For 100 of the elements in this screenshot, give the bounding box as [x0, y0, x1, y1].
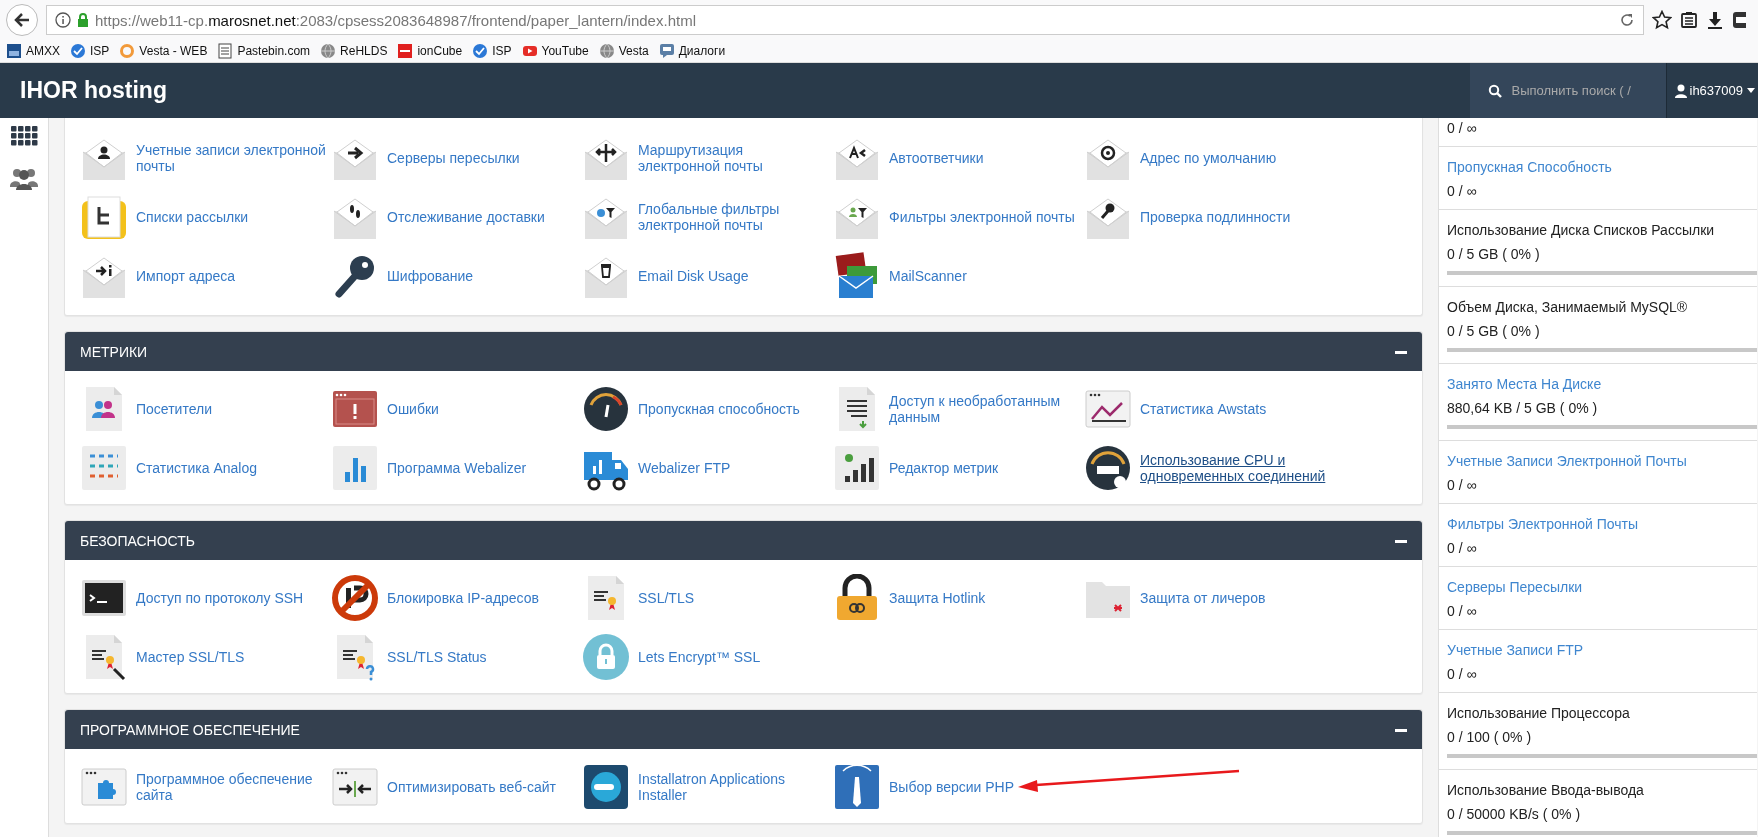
stat-value: 0 / ∞: [1447, 119, 1478, 138]
tool-link[interactable]: Программное обеспечение сайта: [136, 771, 326, 803]
stat-value: 0 / ∞: [1447, 665, 1478, 684]
check-circle-icon[interactable]: [70, 43, 86, 59]
stat-value: 0 / ∞: [1447, 182, 1478, 201]
tool-link[interactable]: Отслеживание доставки: [387, 209, 577, 225]
tool-link[interactable]: Выбор версии PHP: [889, 779, 1079, 795]
logo-icon[interactable]: [6, 43, 22, 59]
tool-link[interactable]: MailScanner: [889, 268, 1079, 284]
tool-link[interactable]: Lets Encrypt™ SSL: [638, 649, 828, 665]
stat-title: Использование Процессора: [1447, 704, 1631, 723]
bookmark-link[interactable]: Pastebin.com: [217, 43, 311, 59]
tool-link[interactable]: Защита от личеров: [1140, 590, 1330, 606]
stat-link[interactable]: Серверы Пересылки: [1447, 577, 1757, 597]
reload-icon[interactable]: [1619, 12, 1635, 28]
bookmark-link[interactable]: YouTube: [521, 43, 589, 59]
apps-grid-icon[interactable]: [10, 126, 38, 146]
tool-link[interactable]: Маршрутизация электронной почты: [638, 142, 828, 174]
stat-value: 0 / ∞: [1447, 476, 1478, 495]
tool-link[interactable]: Блокировка IP-адресов: [387, 590, 577, 606]
section-header[interactable]: ПРОГРАММНОЕ ОБЕСПЕЧЕНИЕ: [65, 710, 1422, 749]
tool-link[interactable]: Программа Webalizer: [387, 460, 577, 476]
section-header[interactable]: МЕТРИКИ: [65, 332, 1422, 371]
tool-link[interactable]: Статистика Analog: [136, 460, 326, 476]
tool-link[interactable]: Списки рассылки: [136, 209, 326, 225]
tool-link[interactable]: Проверка подлинности: [1140, 209, 1330, 225]
stat-title: Использование Ввода-вывода: [1447, 781, 1645, 800]
stat-value: 0 / 5 GB ( 0% ): [1447, 322, 1541, 341]
section-title: МЕТРИКИ: [80, 343, 148, 360]
tool-link[interactable]: Посетители: [136, 401, 326, 417]
download-icon[interactable]: [1706, 11, 1724, 29]
tool-link[interactable]: Webalizer FTP: [638, 460, 828, 476]
reading-list-icon[interactable]: [1680, 11, 1698, 29]
no-entry-icon[interactable]: [331, 574, 379, 622]
tool-link[interactable]: Серверы пересылки: [387, 150, 577, 166]
lock-icon: [77, 12, 89, 28]
bookmark-link[interactable]: ionCube: [397, 43, 463, 59]
tool-link[interactable]: Пропускная способность: [638, 401, 828, 417]
tool-link[interactable]: Редактор метрик: [889, 460, 1079, 476]
gauge-icon[interactable]: [1084, 444, 1132, 492]
search-field[interactable]: Выполнить поиск ( /: [1511, 83, 1652, 98]
bar-chart-icon[interactable]: [833, 444, 881, 492]
globe-icon[interactable]: [320, 43, 337, 59]
bookmark-link[interactable]: ISP: [472, 43, 512, 59]
star-icon[interactable]: [1652, 10, 1672, 30]
tool-link[interactable]: Импорт адреса: [136, 268, 326, 284]
caret-icon: [1746, 86, 1756, 95]
tool-link[interactable]: Installatron Applications Installer: [638, 771, 828, 803]
users-icon[interactable]: [10, 166, 38, 190]
tool-link[interactable]: Адрес по умолчанию: [1140, 150, 1330, 166]
tool-link[interactable]: Email Disk Usage: [638, 268, 828, 284]
bookmark-link[interactable]: ISP: [70, 43, 110, 59]
back-arrow-icon[interactable]: [13, 11, 31, 29]
section-header[interactable]: БЕЗОПАСНОСТЬ: [65, 521, 1422, 560]
section-title: БЕЗОПАСНОСТЬ: [80, 532, 195, 549]
tool-link[interactable]: Защита Hotlink: [889, 590, 1079, 606]
tool-link[interactable]: Шифрование: [387, 268, 577, 284]
bookmark-link[interactable]: Vesta - WEB: [119, 43, 208, 59]
numbers-icon[interactable]: [80, 444, 128, 492]
stat-value: 0 / 50000 KB/s ( 0% ): [1447, 805, 1582, 824]
stat-value: 880,64 KB / 5 GB ( 0% ): [1447, 399, 1599, 418]
check-circle-icon[interactable]: [472, 43, 489, 59]
gauge-icon[interactable]: [582, 385, 630, 433]
tool-link[interactable]: Доступ по протоколу SSH: [136, 590, 326, 606]
mailing-list-icon[interactable]: [80, 193, 128, 241]
stat-value: 0 / ∞: [1447, 539, 1478, 558]
globe-icon[interactable]: [598, 43, 615, 59]
tool-link[interactable]: Статистика Awstats: [1140, 401, 1330, 417]
tool-link[interactable]: SSL/TLS: [638, 590, 828, 606]
tool-link[interactable]: Автоответчики: [889, 150, 1079, 166]
stat-link[interactable]: Пропускная Способность: [1447, 157, 1757, 177]
bookmark-link[interactable]: Диалоги: [658, 43, 726, 59]
tool-link[interactable]: Учетные записи электронной почты: [136, 142, 326, 174]
tool-link[interactable]: Использование CPU и одновременных соединений: [1140, 452, 1330, 484]
back-button[interactable]: [6, 4, 38, 36]
stat-value: 0 / 5 GB ( 0% ): [1447, 245, 1541, 264]
tool-link[interactable]: Мастер SSL/TLS: [136, 649, 326, 665]
tool-link[interactable]: Доступ к необработанным данным: [889, 393, 1079, 425]
section-title: ПРОГРАММНОЕ ОБЕСПЕЧЕНИЕ: [80, 721, 300, 738]
tool-link[interactable]: SSL/TLS Status: [387, 649, 577, 665]
stat-title: Объем Диска, Занимаемый MySQL®: [1447, 298, 1689, 317]
tool-link[interactable]: Фильтры электронной почты: [889, 209, 1079, 225]
logo-icon[interactable]: [397, 43, 414, 59]
stat-value: 0 / 100 ( 0% ): [1447, 728, 1533, 747]
search-icon: [1487, 83, 1502, 98]
play-icon[interactable]: [521, 43, 538, 59]
stat-link[interactable]: Занято Места На Диске: [1447, 374, 1757, 394]
stat-link[interactable]: Учетные Записи Электронной Почты: [1447, 451, 1757, 471]
chat-icon[interactable]: [658, 43, 675, 59]
bookmark-link[interactable]: ReHLDS: [320, 43, 388, 59]
stat-link[interactable]: Фильтры Электронной Почты: [1447, 514, 1757, 534]
stat-value: 0 / ∞: [1447, 602, 1478, 621]
bookmark-link[interactable]: AMXX: [6, 43, 60, 59]
tool-link[interactable]: Глобальные фильтры электронной почты: [638, 201, 828, 233]
tool-link[interactable]: Ошибки: [387, 401, 577, 417]
tool-link[interactable]: Оптимизировать веб-сайт: [387, 779, 577, 795]
site-logo[interactable]: IHOR hosting: [0, 77, 1470, 104]
stat-title: Использование Диска Списков Рассылки: [1447, 221, 1716, 240]
bookmark-link[interactable]: Vesta: [598, 43, 649, 59]
stat-link[interactable]: Учетные Записи FTP: [1447, 640, 1757, 660]
